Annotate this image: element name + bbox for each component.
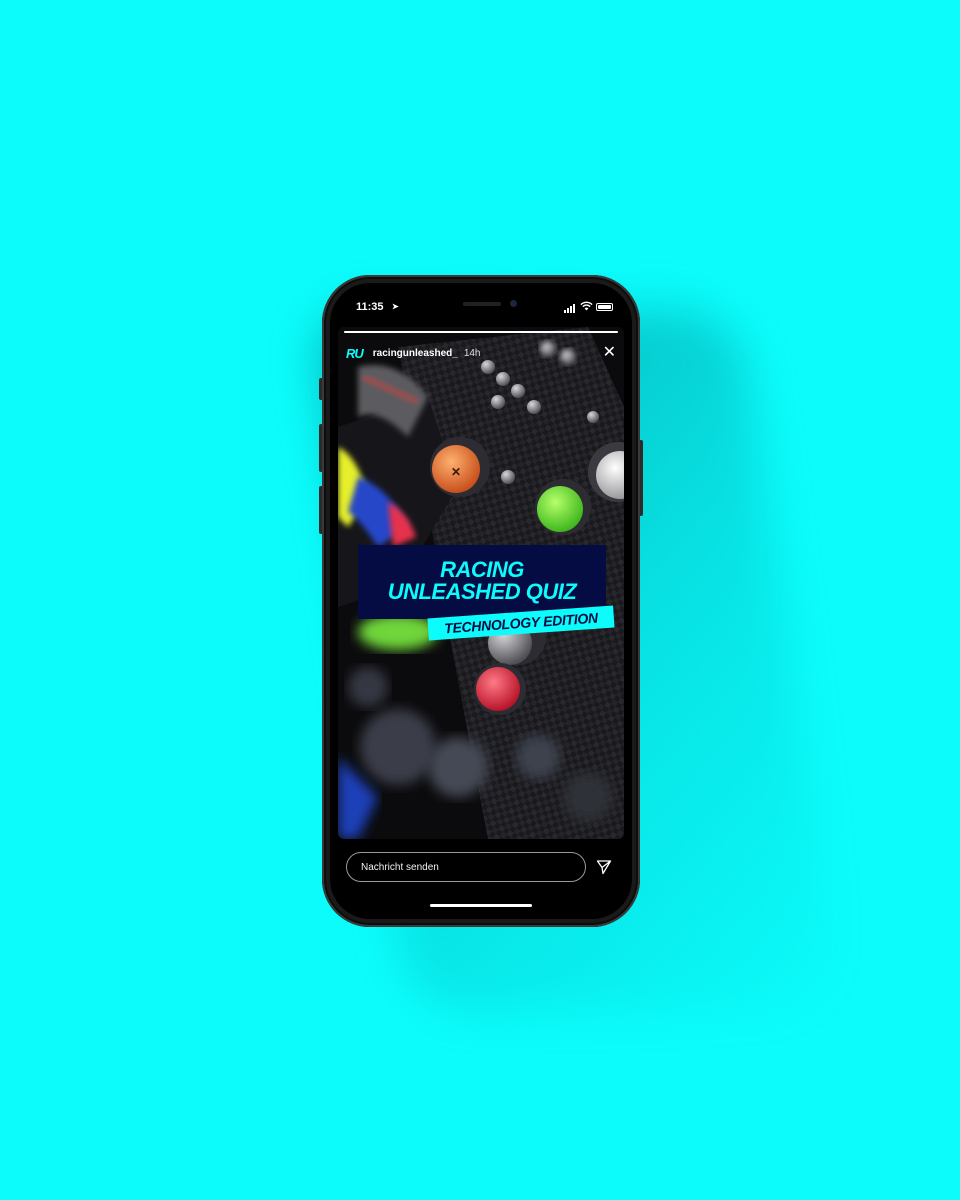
earpiece-speaker	[463, 302, 501, 306]
svg-text:✕: ✕	[451, 465, 461, 479]
front-camera	[510, 300, 517, 307]
message-input[interactable]	[346, 852, 586, 882]
phone-screen: 11:35 ➤ ✕ RU racingunleashed_ 14h ✕ RACI…	[330, 283, 632, 919]
story-progress-bar	[344, 331, 618, 333]
home-indicator[interactable]	[430, 904, 532, 907]
send-icon[interactable]	[596, 859, 612, 875]
cellular-signal-icon	[564, 304, 575, 313]
story-username[interactable]: racingunleashed_	[373, 348, 458, 359]
status-bar: 11:35 ➤	[330, 283, 632, 323]
status-time: 11:35	[356, 301, 384, 313]
ru-logo-icon[interactable]: RU	[346, 346, 364, 361]
reply-bar	[346, 852, 616, 884]
story-progress-fill	[344, 331, 618, 333]
phone-frame: 11:35 ➤ ✕ RU racingunleashed_ 14h ✕ RACI…	[322, 275, 640, 927]
location-arrow-icon: ➤	[392, 302, 399, 311]
quiz-title-line1: RACING	[440, 557, 524, 582]
story-header: RU racingunleashed_ 14h ✕	[346, 341, 616, 365]
story-view[interactable]: ✕ RU racingunleashed_ 14h ✕ RACING UNLEA…	[338, 327, 624, 839]
wifi-icon	[580, 301, 593, 311]
quiz-title-line2: UNLEASHED QUIZ	[387, 579, 577, 604]
close-icon[interactable]: ✕	[603, 345, 616, 361]
story-timestamp: 14h	[463, 347, 481, 359]
battery-icon	[596, 303, 613, 311]
